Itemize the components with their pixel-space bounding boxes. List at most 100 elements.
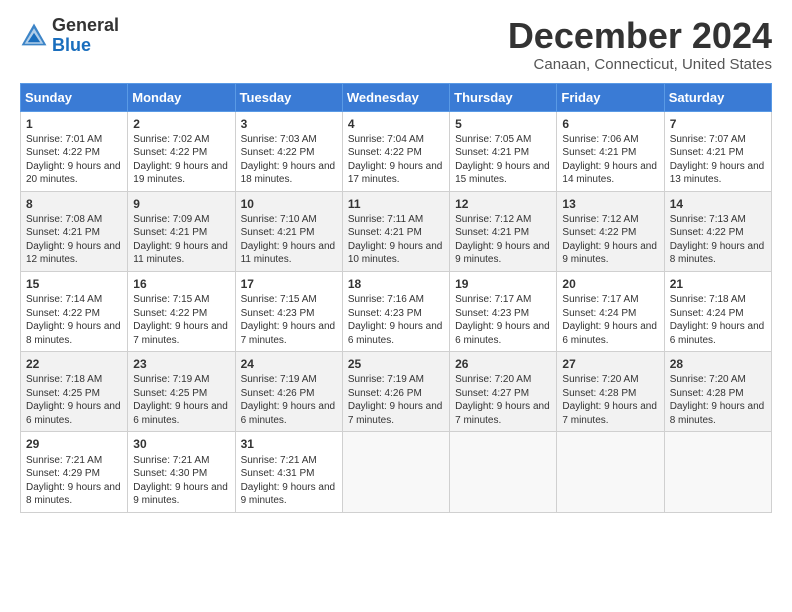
calendar-cell: 14Sunrise: 7:13 AMSunset: 4:22 PMDayligh… <box>664 191 771 271</box>
header: General Blue December 2024 Canaan, Conne… <box>20 16 772 73</box>
calendar-cell: 22Sunrise: 7:18 AMSunset: 4:25 PMDayligh… <box>21 352 128 432</box>
calendar-cell <box>450 432 557 512</box>
calendar-day-header: Monday <box>128 83 235 111</box>
calendar-cell: 28Sunrise: 7:20 AMSunset: 4:28 PMDayligh… <box>664 352 771 432</box>
day-number: 25 <box>348 356 444 372</box>
day-number: 18 <box>348 276 444 292</box>
day-number: 29 <box>26 436 122 452</box>
calendar-body: 1Sunrise: 7:01 AMSunset: 4:22 PMDaylight… <box>21 111 772 512</box>
calendar-cell: 16Sunrise: 7:15 AMSunset: 4:22 PMDayligh… <box>128 271 235 351</box>
day-number: 24 <box>241 356 337 372</box>
calendar-cell: 19Sunrise: 7:17 AMSunset: 4:23 PMDayligh… <box>450 271 557 351</box>
calendar-day-header: Sunday <box>21 83 128 111</box>
subtitle: Canaan, Connecticut, United States <box>508 56 772 73</box>
day-number: 13 <box>562 196 658 212</box>
day-info: Sunrise: 7:15 AMSunset: 4:22 PMDaylight:… <box>133 293 229 347</box>
day-number: 28 <box>670 356 766 372</box>
calendar-week-row: 15Sunrise: 7:14 AMSunset: 4:22 PMDayligh… <box>21 271 772 351</box>
day-info: Sunrise: 7:06 AMSunset: 4:21 PMDaylight:… <box>562 133 658 187</box>
day-info: Sunrise: 7:12 AMSunset: 4:22 PMDaylight:… <box>562 213 658 267</box>
calendar-cell: 24Sunrise: 7:19 AMSunset: 4:26 PMDayligh… <box>235 352 342 432</box>
calendar-cell: 11Sunrise: 7:11 AMSunset: 4:21 PMDayligh… <box>342 191 449 271</box>
day-number: 11 <box>348 196 444 212</box>
day-info: Sunrise: 7:20 AMSunset: 4:27 PMDaylight:… <box>455 373 551 427</box>
calendar-cell <box>557 432 664 512</box>
calendar-cell: 29 Sunrise: 7:21 AMSunset: 4:29 PMDayligh… <box>21 432 128 512</box>
calendar-cell: 7Sunrise: 7:07 AMSunset: 4:21 PMDaylight… <box>664 111 771 191</box>
day-info: Sunrise: 7:03 AMSunset: 4:22 PMDaylight:… <box>241 133 337 187</box>
calendar-cell: 6Sunrise: 7:06 AMSunset: 4:21 PMDaylight… <box>557 111 664 191</box>
calendar-cell <box>342 432 449 512</box>
day-info: Sunrise: 7:02 AMSunset: 4:22 PMDaylight:… <box>133 133 229 187</box>
logo: General Blue <box>20 16 119 56</box>
calendar-cell: 3Sunrise: 7:03 AMSunset: 4:22 PMDaylight… <box>235 111 342 191</box>
day-number: 22 <box>26 356 122 372</box>
day-number: 1 <box>26 116 122 132</box>
day-info: Sunrise: 7:11 AMSunset: 4:21 PMDaylight:… <box>348 213 444 267</box>
calendar-header-row: SundayMondayTuesdayWednesdayThursdayFrid… <box>21 83 772 111</box>
day-number: 8 <box>26 196 122 212</box>
day-number: 7 <box>670 116 766 132</box>
calendar-day-header: Friday <box>557 83 664 111</box>
day-info: Sunrise: 7:10 AMSunset: 4:21 PMDaylight:… <box>241 213 337 267</box>
day-number: 14 <box>670 196 766 212</box>
day-info: Sunrise: 7:12 AMSunset: 4:21 PMDaylight:… <box>455 213 551 267</box>
day-number: 3 <box>241 116 337 132</box>
day-number: 9 <box>133 196 229 212</box>
day-number: 5 <box>455 116 551 132</box>
day-number: 4 <box>348 116 444 132</box>
calendar-day-header: Saturday <box>664 83 771 111</box>
calendar-cell: 13Sunrise: 7:12 AMSunset: 4:22 PMDayligh… <box>557 191 664 271</box>
calendar-cell: 21Sunrise: 7:18 AMSunset: 4:24 PMDayligh… <box>664 271 771 351</box>
day-number: 23 <box>133 356 229 372</box>
calendar-cell: 4Sunrise: 7:04 AMSunset: 4:22 PMDaylight… <box>342 111 449 191</box>
page: General Blue December 2024 Canaan, Conne… <box>0 0 792 612</box>
day-number: 27 <box>562 356 658 372</box>
calendar-week-row: 22Sunrise: 7:18 AMSunset: 4:25 PMDayligh… <box>21 352 772 432</box>
calendar-week-row: 8Sunrise: 7:08 AMSunset: 4:21 PMDaylight… <box>21 191 772 271</box>
day-info: Sunrise: 7:07 AMSunset: 4:21 PMDaylight:… <box>670 133 766 187</box>
day-info: Sunrise: 7:01 AMSunset: 4:22 PMDaylight:… <box>26 133 122 187</box>
day-number: 17 <box>241 276 337 292</box>
day-number: 2 <box>133 116 229 132</box>
day-info: Sunrise: 7:09 AMSunset: 4:21 PMDaylight:… <box>133 213 229 267</box>
day-info: Sunrise: 7:15 AMSunset: 4:23 PMDaylight:… <box>241 293 337 347</box>
calendar: SundayMondayTuesdayWednesdayThursdayFrid… <box>20 83 772 513</box>
title-block: December 2024 Canaan, Connecticut, Unite… <box>508 16 772 73</box>
calendar-week-row: 1Sunrise: 7:01 AMSunset: 4:22 PMDaylight… <box>21 111 772 191</box>
calendar-day-header: Wednesday <box>342 83 449 111</box>
day-number: 31 <box>241 436 337 452</box>
calendar-cell: 26Sunrise: 7:20 AMSunset: 4:27 PMDayligh… <box>450 352 557 432</box>
calendar-cell: 10Sunrise: 7:10 AMSunset: 4:21 PMDayligh… <box>235 191 342 271</box>
day-number: 26 <box>455 356 551 372</box>
calendar-cell: 17Sunrise: 7:15 AMSunset: 4:23 PMDayligh… <box>235 271 342 351</box>
month-title: December 2024 <box>508 16 772 56</box>
day-info: Sunrise: 7:18 AMSunset: 4:25 PMDaylight:… <box>26 373 122 427</box>
day-info: Sunrise: 7:21 AMSunset: 4:29 PMDaylight:… <box>26 454 122 508</box>
day-number: 12 <box>455 196 551 212</box>
day-info: Sunrise: 7:19 AMSunset: 4:26 PMDaylight:… <box>348 373 444 427</box>
day-info: Sunrise: 7:19 AMSunset: 4:25 PMDaylight:… <box>133 373 229 427</box>
logo-icon <box>20 22 48 50</box>
day-info: Sunrise: 7:08 AMSunset: 4:21 PMDaylight:… <box>26 213 122 267</box>
day-number: 10 <box>241 196 337 212</box>
calendar-cell: 2Sunrise: 7:02 AMSunset: 4:22 PMDaylight… <box>128 111 235 191</box>
day-info: Sunrise: 7:05 AMSunset: 4:21 PMDaylight:… <box>455 133 551 187</box>
day-number: 30 <box>133 436 229 452</box>
calendar-cell: 1Sunrise: 7:01 AMSunset: 4:22 PMDaylight… <box>21 111 128 191</box>
day-info: Sunrise: 7:17 AMSunset: 4:24 PMDaylight:… <box>562 293 658 347</box>
day-info: Sunrise: 7:04 AMSunset: 4:22 PMDaylight:… <box>348 133 444 187</box>
day-info: Sunrise: 7:21 AMSunset: 4:31 PMDaylight:… <box>241 454 337 508</box>
day-number: 21 <box>670 276 766 292</box>
calendar-day-header: Tuesday <box>235 83 342 111</box>
day-info: Sunrise: 7:18 AMSunset: 4:24 PMDaylight:… <box>670 293 766 347</box>
day-info: Sunrise: 7:20 AMSunset: 4:28 PMDaylight:… <box>562 373 658 427</box>
calendar-cell <box>664 432 771 512</box>
calendar-cell: 9Sunrise: 7:09 AMSunset: 4:21 PMDaylight… <box>128 191 235 271</box>
day-number: 16 <box>133 276 229 292</box>
day-info: Sunrise: 7:16 AMSunset: 4:23 PMDaylight:… <box>348 293 444 347</box>
calendar-day-header: Thursday <box>450 83 557 111</box>
calendar-cell: 20Sunrise: 7:17 AMSunset: 4:24 PMDayligh… <box>557 271 664 351</box>
calendar-cell: 30Sunrise: 7:21 AMSunset: 4:30 PMDayligh… <box>128 432 235 512</box>
calendar-cell: 18Sunrise: 7:16 AMSunset: 4:23 PMDayligh… <box>342 271 449 351</box>
